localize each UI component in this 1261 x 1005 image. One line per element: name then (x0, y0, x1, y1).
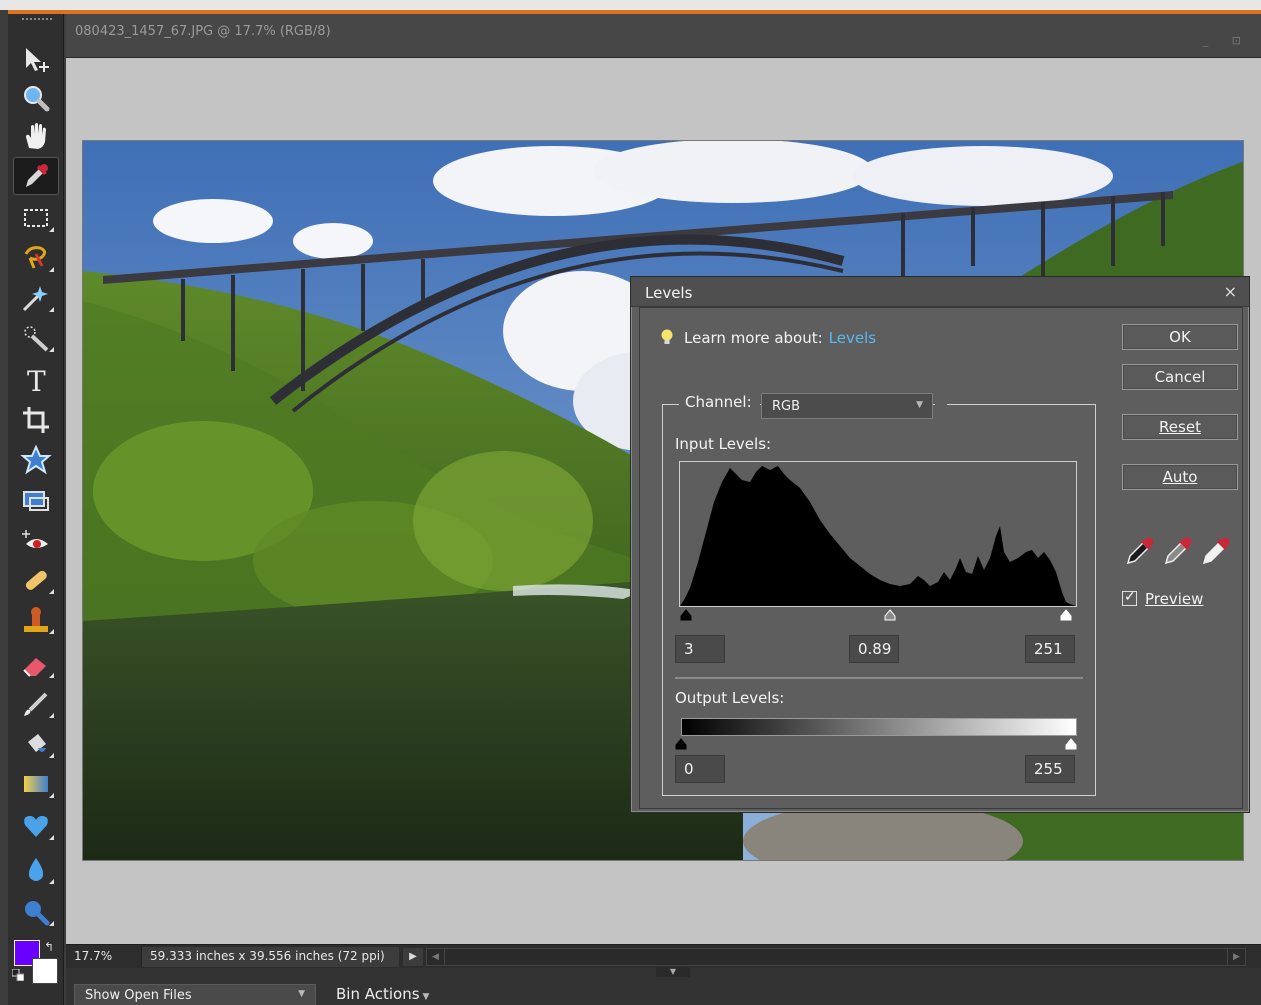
channel-value: RGB (772, 399, 801, 414)
channel-group: Channel: RGB ▼ Input Levels: 3 0.89 251 … (662, 393, 1096, 796)
input-black-point-handle[interactable] (680, 609, 692, 621)
rectangular-marquee-tool-icon[interactable] (14, 200, 58, 236)
input-levels-slider[interactable] (679, 609, 1077, 623)
chevron-down-icon: ▼ (422, 992, 430, 1002)
status-bar: 17.7% 59.333 inches x 39.556 inches (72 … (66, 944, 1261, 968)
brush-tool-icon[interactable] (14, 686, 58, 722)
levels-dialog: Levels × Learn more about: Levels Channel… (630, 276, 1250, 813)
checkbox-icon[interactable] (1122, 589, 1137, 606)
eraser-tool-icon[interactable] (14, 646, 58, 682)
photoshop-elements-window: T ↰ 080423_1457_67.JPG @ 17.7% (RGB/8) _… (0, 0, 1261, 1005)
project-bin-bar: ▼ Show Open Files ▼ Bin Actions ▼ (66, 967, 1261, 1005)
bin-collapse-toggle-icon[interactable]: ▼ (656, 967, 690, 977)
bin-actions-label: Bin Actions (336, 985, 420, 1003)
status-menu-arrow-icon[interactable]: ▶ (403, 948, 423, 966)
preview-label: Preview (1145, 590, 1204, 608)
scroll-right-icon[interactable]: ▶ (1227, 949, 1245, 965)
scroll-left-icon[interactable]: ◀ (427, 949, 445, 965)
type-tool-icon[interactable]: T (14, 362, 58, 398)
output-levels-label: Output Levels: (675, 689, 785, 707)
gray-point-eyedropper-icon[interactable] (1162, 534, 1196, 566)
default-colors-icon[interactable] (12, 969, 24, 981)
input-gamma-field[interactable]: 0.89 (849, 635, 899, 663)
svg-text:T: T (27, 365, 46, 396)
auto-button[interactable]: Auto (1122, 464, 1238, 490)
learn-more-link[interactable]: Levels (829, 329, 876, 347)
magic-wand-tool-icon[interactable] (14, 280, 58, 316)
chevron-down-icon: ▼ (916, 400, 923, 410)
document-title: 080423_1457_67.JPG @ 17.7% (RGB/8) (75, 24, 331, 39)
divider (675, 677, 1083, 679)
ok-button[interactable]: OK (1122, 324, 1238, 350)
reset-button[interactable]: Reset (1122, 414, 1238, 440)
horizontal-scrollbar[interactable]: ◀ ▶ (426, 948, 1246, 966)
dialog-title-bar[interactable]: Levels × (631, 277, 1249, 307)
output-white-field[interactable]: 255 (1025, 755, 1075, 783)
eyedropper-tool-icon[interactable] (13, 157, 59, 195)
healing-brush-tool-icon[interactable] (14, 562, 58, 598)
input-white-field[interactable]: 251 (1025, 635, 1075, 663)
channel-dropdown[interactable]: RGB ▼ (761, 393, 933, 419)
input-black-field[interactable]: 3 (675, 635, 725, 663)
swap-colors-icon[interactable]: ↰ (44, 940, 54, 954)
move-tool-icon[interactable] (14, 42, 58, 78)
reset-label: Reset (1159, 418, 1201, 436)
straighten-tool-icon[interactable] (14, 482, 58, 518)
toolbox: T ↰ (8, 14, 64, 1005)
output-gradient-bar (681, 718, 1077, 736)
chevron-down-icon: ▼ (298, 989, 305, 999)
preview-checkbox[interactable]: Preview (1122, 589, 1204, 608)
group-border-gap (935, 403, 947, 407)
clone-stamp-tool-icon[interactable] (14, 602, 58, 638)
input-white-point-handle[interactable] (1060, 609, 1072, 621)
sponge-tool-icon[interactable] (14, 894, 58, 930)
custom-shape-tool-icon[interactable] (14, 808, 58, 844)
black-point-eyedropper-icon[interactable] (1124, 534, 1158, 566)
zoom-tool-icon[interactable] (14, 80, 58, 116)
selection-brush-tool-icon[interactable] (14, 320, 58, 356)
close-icon[interactable]: × (1224, 282, 1237, 301)
output-black-field[interactable]: 0 (675, 755, 725, 783)
auto-label: Auto (1162, 468, 1198, 486)
blur-tool-icon[interactable] (14, 852, 58, 888)
show-open-files-dropdown[interactable]: Show Open Files ▼ (74, 984, 316, 1005)
background-color-swatch[interactable] (32, 958, 58, 984)
zoom-readout[interactable]: 17.7% (74, 949, 112, 963)
cancel-button[interactable]: Cancel (1122, 364, 1238, 390)
output-white-point-handle[interactable] (1065, 738, 1077, 750)
input-levels-label: Input Levels: (675, 435, 772, 453)
crop-tool-icon[interactable] (14, 402, 58, 438)
dialog-title: Levels (645, 284, 693, 302)
channel-label: Channel: (679, 393, 760, 411)
paint-bucket-tool-icon[interactable] (14, 726, 58, 762)
top-strip (0, 0, 1261, 10)
gradient-tool-icon[interactable] (14, 766, 58, 802)
histogram-graph (680, 466, 1076, 606)
histogram (679, 461, 1077, 607)
output-black-point-handle[interactable] (675, 738, 687, 750)
hand-tool-icon[interactable] (14, 118, 58, 154)
lightbulb-icon (661, 329, 673, 344)
document-title-bar: 080423_1457_67.JPG @ 17.7% (RGB/8) _ ⊡ (66, 14, 1261, 58)
toolbox-grip[interactable] (22, 18, 52, 21)
red-eye-removal-tool-icon[interactable] (14, 524, 58, 560)
document-size-info: 59.333 inches x 39.556 inches (72 ppi) (141, 947, 399, 967)
cookie-cutter-tool-icon[interactable] (14, 442, 58, 478)
white-point-eyedropper-icon[interactable] (1200, 534, 1234, 566)
window-controls[interactable]: _ ⊡ (1203, 34, 1251, 47)
lasso-tool-icon[interactable] (14, 240, 58, 276)
input-midtone-handle[interactable] (884, 609, 896, 621)
dialog-body: Learn more about: Levels Channel: RGB ▼ I… (639, 307, 1243, 809)
learn-more: Learn more about: Levels (660, 329, 876, 347)
show-open-files-label: Show Open Files (85, 988, 192, 1003)
learn-more-label: Learn more about: (684, 329, 823, 347)
bin-actions-menu[interactable]: Bin Actions ▼ (336, 985, 429, 1003)
